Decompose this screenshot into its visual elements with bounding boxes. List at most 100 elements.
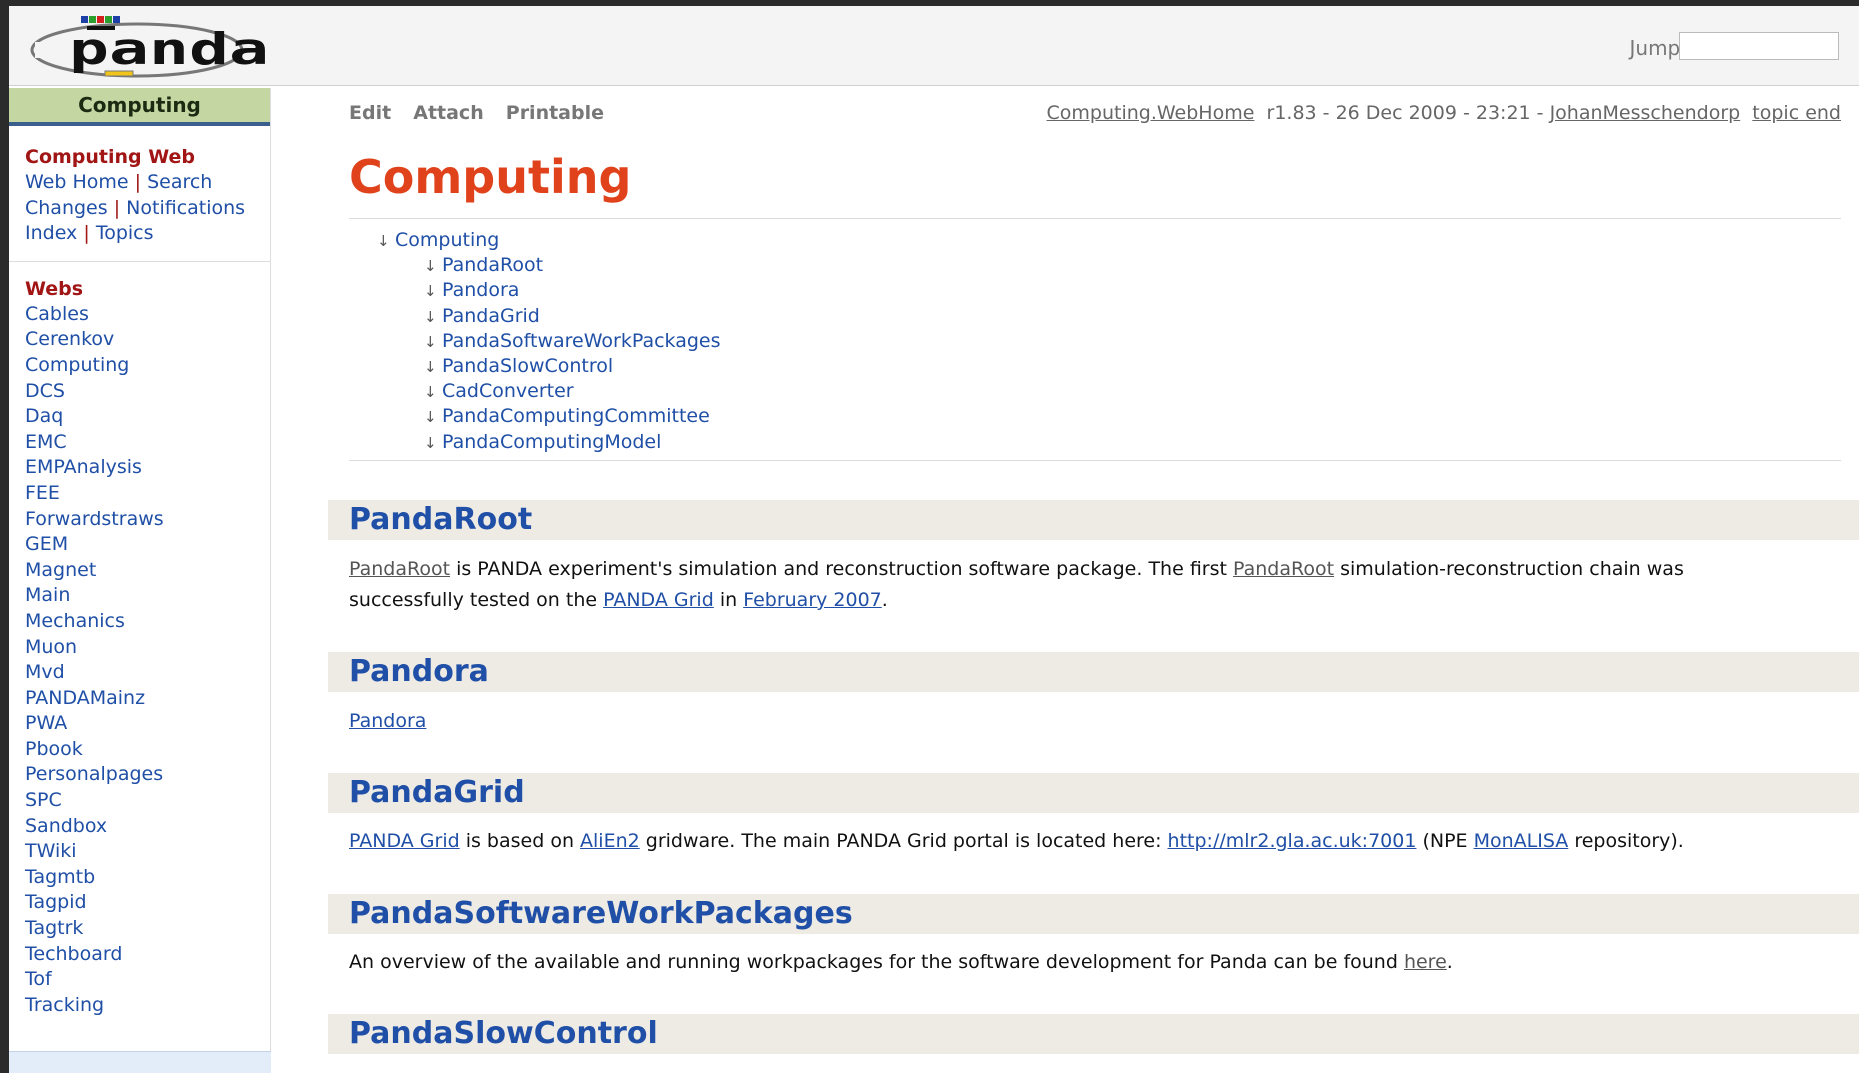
web-link-main[interactable]: Main (25, 583, 254, 609)
web-link-mechanics[interactable]: Mechanics (25, 609, 254, 635)
web-links-block: Computing Web Web Home | Search Changes … (9, 126, 270, 262)
title-divider (349, 218, 1841, 219)
pandora-paragraph: Pandora (349, 706, 1829, 737)
toc-link-pandacomputingcommittee[interactable]: PandaComputingCommittee (442, 405, 710, 427)
web-name[interactable]: Computing Web (25, 144, 254, 170)
pandaroot-paragraph: PandaRoot is PANDA experiment's simulati… (349, 554, 1829, 616)
monalisa-link[interactable]: MonALISA (1474, 830, 1569, 852)
text: . (1446, 951, 1453, 973)
pandaroot-link[interactable]: PandaRoot (1233, 558, 1334, 580)
web-link-empanalysis[interactable]: EMPAnalysis (25, 455, 254, 481)
webs-heading: Webs (25, 277, 84, 300)
toc-link-pandaslowcontrol[interactable]: PandaSlowControl (442, 355, 613, 377)
text: An overview of the available and running… (349, 951, 1404, 973)
web-link-daq[interactable]: Daq (25, 404, 254, 430)
webs-list: Webs Cables Cerenkov Computing DCS Daq E… (9, 262, 270, 1019)
panda-grid-link[interactable]: PANDA Grid (603, 589, 714, 611)
toc-link-computing[interactable]: Computing (395, 229, 499, 251)
arrow-down-icon: ↓ (424, 408, 437, 427)
web-link-tagmtb[interactable]: Tagmtb (25, 865, 254, 891)
toc-link-pandasoftwareworkpackages[interactable]: PandaSoftwareWorkPackages (442, 330, 721, 352)
logo-text: panda (69, 24, 269, 75)
web-link-tagpid[interactable]: Tagpid (25, 890, 254, 916)
web-link-tracking[interactable]: Tracking (25, 993, 254, 1019)
workpackages-paragraph: An overview of the available and running… (349, 947, 1829, 978)
section-header-workpackages: PandaSoftwareWorkPackages (328, 894, 1859, 934)
web-link-sandbox[interactable]: Sandbox (25, 814, 254, 840)
sidebar-title: Computing (9, 88, 270, 126)
separator: | (134, 171, 142, 193)
arrow-down-icon: ↓ (377, 232, 390, 250)
text: gridware. The main PANDA Grid portal is … (639, 830, 1168, 852)
topic-action-bar: Edit Attach Printable Computing.WebHome … (349, 102, 1841, 128)
text: repository). (1568, 830, 1684, 852)
text: successfully tested on the (349, 589, 604, 611)
section-header-pandaroot: PandaRoot (328, 500, 1859, 540)
portal-url-link[interactable]: http://mlr2.gla.ac.uk:7001 (1168, 830, 1417, 852)
topic-path-link[interactable]: Computing.WebHome (1047, 102, 1255, 124)
web-link-computing[interactable]: Computing (25, 353, 254, 379)
web-link-forwardstraws[interactable]: Forwardstraws (25, 507, 254, 533)
printable-link[interactable]: Printable (506, 102, 604, 124)
web-link-fee[interactable]: FEE (25, 481, 254, 507)
toc-divider (349, 460, 1841, 461)
web-home-link[interactable]: Web Home (25, 171, 129, 193)
pandaroot-link[interactable]: PandaRoot (349, 558, 450, 580)
web-link-spc[interactable]: SPC (25, 788, 254, 814)
arrow-down-icon: ↓ (424, 307, 437, 326)
web-link-pandamainz[interactable]: PANDAMainz (25, 686, 254, 712)
pandora-link[interactable]: Pandora (349, 710, 426, 732)
section-heading: PandaGrid (349, 775, 525, 810)
index-link[interactable]: Index (25, 222, 77, 244)
attach-link[interactable]: Attach (413, 102, 483, 124)
notifications-link[interactable]: Notifications (126, 197, 245, 219)
sidebar-footer (9, 1051, 271, 1073)
web-link-cables[interactable]: Cables (25, 302, 254, 328)
panda-grid-link[interactable]: PANDA Grid (349, 830, 460, 852)
section-heading: Pandora (349, 654, 489, 689)
web-link-cerenkov[interactable]: Cerenkov (25, 327, 254, 353)
text: (NPE (1416, 830, 1474, 852)
topic-end-link[interactable]: topic end (1752, 102, 1841, 124)
alien2-link[interactable]: AliEn2 (580, 830, 640, 852)
web-link-twiki[interactable]: TWiki (25, 839, 254, 865)
web-link-mvd[interactable]: Mvd (25, 660, 254, 686)
february-2007-link[interactable]: February 2007 (743, 589, 882, 611)
web-link-pbook[interactable]: Pbook (25, 737, 254, 763)
web-link-tof[interactable]: Tof (25, 967, 254, 993)
main-content: Edit Attach Printable Computing.WebHome … (271, 88, 1859, 1073)
web-link-personalpages[interactable]: Personalpages (25, 762, 254, 788)
revision-text: r1.83 - 26 Dec 2009 - 23:21 - (1266, 102, 1544, 124)
web-link-dcs[interactable]: DCS (25, 379, 254, 405)
web-link-techboard[interactable]: Techboard (25, 942, 254, 968)
text: . (881, 589, 888, 611)
sidebar: Computing Computing Web Web Home | Searc… (9, 88, 271, 1073)
web-link-gem[interactable]: GEM (25, 532, 254, 558)
section-heading: PandaSlowControl (349, 1016, 658, 1051)
edit-link[interactable]: Edit (349, 102, 391, 124)
web-link-emc[interactable]: EMC (25, 430, 254, 456)
toc-link-pandaroot[interactable]: PandaRoot (442, 254, 543, 276)
arrow-down-icon: ↓ (424, 383, 437, 402)
toc-link-cadconverter[interactable]: CadConverter (442, 380, 574, 402)
revision-info: Computing.WebHome r1.83 - 26 Dec 2009 - … (1047, 102, 1841, 124)
jump-input[interactable] (1679, 32, 1839, 60)
section-heading: PandaSoftwareWorkPackages (349, 896, 853, 931)
toc-link-pandacomputingmodel[interactable]: PandaComputingModel (442, 431, 661, 453)
author-link[interactable]: JohanMesschendorp (1550, 102, 1741, 124)
text: in (713, 589, 744, 611)
toc-link-pandora[interactable]: Pandora (442, 279, 519, 301)
web-link-magnet[interactable]: Magnet (25, 558, 254, 584)
changes-link[interactable]: Changes (25, 197, 108, 219)
web-link-tagtrk[interactable]: Tagtrk (25, 916, 254, 942)
web-link-pwa[interactable]: PWA (25, 711, 254, 737)
text: is based on (459, 830, 581, 852)
search-link[interactable]: Search (147, 171, 212, 193)
section-header-pandagrid: PandaGrid (328, 773, 1859, 813)
web-link-muon[interactable]: Muon (25, 635, 254, 661)
text: is PANDA experiment's simulation and rec… (450, 558, 1233, 580)
here-link[interactable]: here (1404, 951, 1447, 973)
panda-logo[interactable]: panda (25, 12, 295, 84)
topics-link[interactable]: Topics (96, 222, 154, 244)
toc-link-pandagrid[interactable]: PandaGrid (442, 305, 540, 327)
